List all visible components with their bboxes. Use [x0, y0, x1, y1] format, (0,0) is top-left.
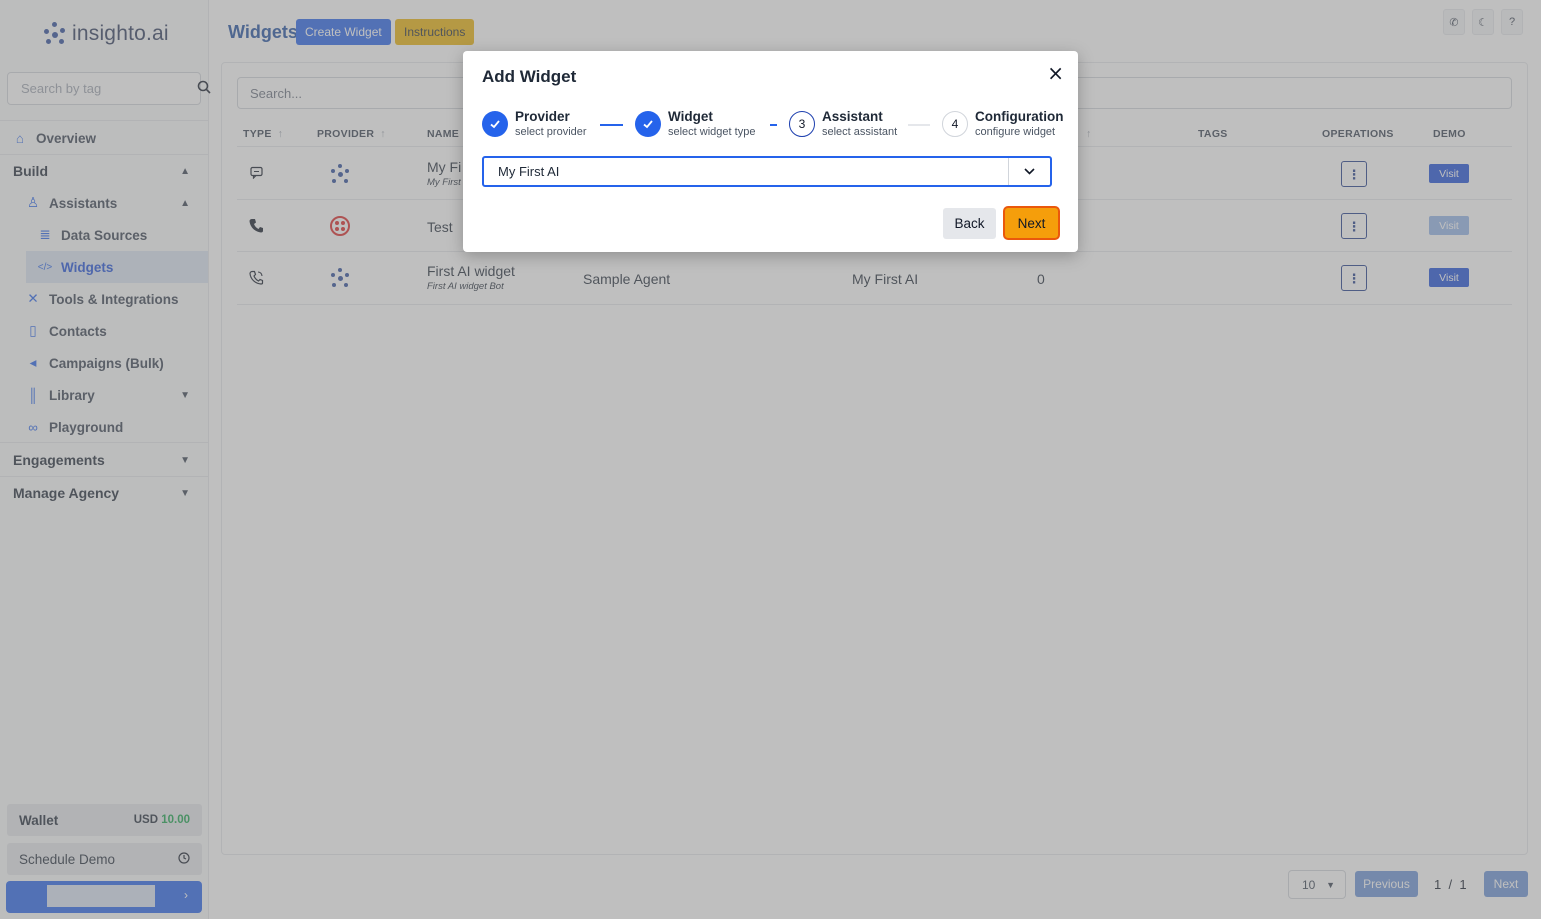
next-button[interactable]: Next: [1003, 206, 1060, 240]
step-description: select provider: [515, 126, 587, 138]
step-connector: [908, 124, 930, 126]
step-description: select widget type: [668, 126, 756, 138]
step-widget[interactable]: Widget select widget type: [635, 109, 755, 139]
step-description: configure widget: [975, 126, 1056, 138]
add-widget-dialog: Add Widget × Provider select provider Wi…: [463, 51, 1078, 252]
step-connector: [770, 124, 777, 126]
assistant-select[interactable]: My First AI: [482, 156, 1052, 187]
step-configuration[interactable]: 4 Configuration configure widget: [942, 109, 1063, 139]
close-icon[interactable]: ×: [1047, 61, 1064, 85]
check-icon: [482, 111, 508, 137]
assistant-select-value: My First AI: [498, 164, 560, 179]
step-description: select assistant: [822, 126, 898, 138]
check-icon: [635, 111, 661, 137]
step-number: 3: [789, 111, 815, 137]
step-number: 4: [942, 111, 968, 137]
step-label: Assistant: [822, 109, 883, 124]
step-label: Configuration: [975, 109, 1064, 124]
step-assistant[interactable]: 3 Assistant select assistant: [789, 109, 897, 139]
chevron-down-icon[interactable]: [1008, 158, 1050, 185]
step-connector: [600, 124, 623, 126]
step-label: Widget: [668, 109, 713, 124]
step-provider[interactable]: Provider select provider: [482, 109, 587, 139]
dialog-title: Add Widget: [482, 67, 577, 86]
back-button[interactable]: Back: [943, 208, 996, 239]
step-label: Provider: [515, 109, 570, 124]
